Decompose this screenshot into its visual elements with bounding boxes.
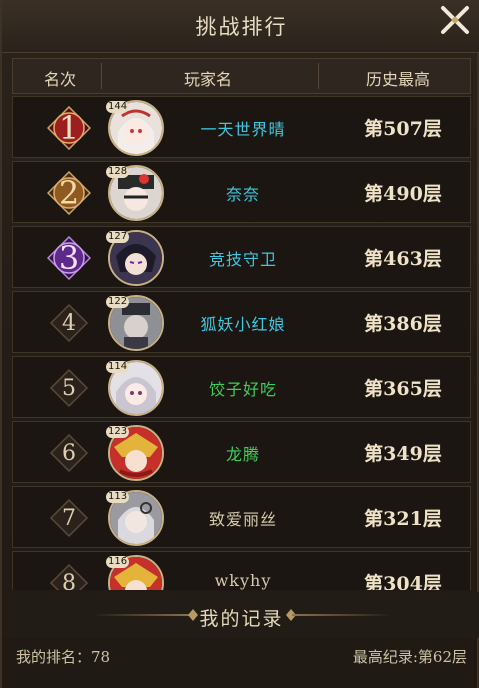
rank-badge: 5	[47, 366, 91, 410]
header-best: 历史最高	[365, 70, 430, 89]
best-floor: 第386层	[364, 313, 442, 335]
rank-number: 2	[58, 174, 80, 212]
rank-number: 6	[62, 440, 76, 466]
player-name: 致爱丽丝	[208, 510, 277, 529]
page-title: 挑战排行	[195, 15, 288, 39]
rank-number: 3	[58, 239, 80, 277]
header-rank: 名次	[43, 70, 76, 89]
table-header: 名次 玩家名 历史最高	[12, 58, 471, 94]
rank-badge-gold: 1	[47, 106, 91, 150]
player-name: 狐妖小红娘	[200, 315, 286, 334]
best-floor: 第349层	[364, 443, 442, 465]
best-floor: 第304层	[364, 573, 442, 590]
rank-number: 4	[62, 310, 76, 336]
table-row[interactable]: 5 114 饺子好吃 第365层	[12, 356, 471, 418]
player-name: 饺子好吃	[208, 380, 277, 399]
header-divider	[101, 63, 102, 89]
best-floor: 第463层	[364, 248, 442, 270]
avatar[interactable]: 123	[106, 425, 164, 481]
close-button[interactable]	[433, 0, 477, 40]
rank-badge-purple: 3	[47, 236, 91, 280]
ranking-panel: 挑战排行 名次 玩家名 历史最高 1 144 一天世界晴 第507层 2 128…	[0, 0, 479, 688]
title-bar: 挑战排行	[2, 0, 479, 53]
rank-number: 1	[58, 109, 80, 147]
rank-badge: 8	[47, 561, 91, 590]
rank-number: 5	[62, 375, 76, 401]
player-level: 114	[106, 361, 130, 373]
ranking-list[interactable]: 1 144 一天世界晴 第507层 2 128 奈奈 第490层 3 127 竞…	[12, 96, 471, 590]
close-icon	[441, 6, 469, 34]
my-record-section: 我的记录	[2, 592, 479, 638]
table-row[interactable]: 6 123 龙腾 第349层	[12, 421, 471, 483]
header-divider	[318, 63, 319, 89]
my-record-title: 我的记录	[199, 608, 284, 630]
player-level: 144	[106, 101, 130, 113]
my-rank-text: 我的排名：78	[16, 648, 111, 666]
rank-badge: 7	[47, 496, 91, 540]
player-name: 竞技守卫	[208, 250, 277, 269]
rank-badge: 6	[47, 431, 91, 475]
player-level: 123	[106, 426, 130, 438]
best-floor: 第490层	[364, 183, 442, 205]
avatar[interactable]: 127	[106, 230, 164, 286]
avatar[interactable]: 116	[106, 555, 164, 590]
best-record-text: 最高纪录:第62层	[352, 648, 467, 666]
player-name: 一天世界晴	[200, 120, 286, 139]
rank-number: 7	[62, 505, 76, 531]
rank-badge-bronze: 2	[47, 171, 91, 215]
table-row[interactable]: 7 113 致爱丽丝 第321层	[12, 486, 471, 548]
player-level: 116	[106, 556, 130, 568]
table-row[interactable]: 1 144 一天世界晴 第507层	[12, 96, 471, 158]
player-name: wkyhy	[214, 571, 272, 590]
table-row[interactable]: 8 116 wkyhy 第304层	[12, 551, 471, 590]
player-name: 奈奈	[225, 185, 260, 204]
header-player: 玩家名	[183, 70, 232, 89]
avatar[interactable]: 114	[106, 360, 164, 416]
player-level: 122	[106, 296, 130, 308]
decor-line-right	[292, 614, 392, 616]
avatar[interactable]: 122	[106, 295, 164, 351]
footer: 我的排名：78 最高纪录:第62层	[2, 642, 479, 688]
player-level: 127	[106, 231, 130, 243]
player-level: 128	[106, 166, 130, 178]
rank-badge: 4	[47, 301, 91, 345]
avatar[interactable]: 128	[106, 165, 164, 221]
best-floor: 第507层	[364, 118, 442, 140]
avatar[interactable]: 144	[106, 100, 164, 156]
table-row[interactable]: 4 122 狐妖小红娘 第386层	[12, 291, 471, 353]
best-floor: 第321层	[364, 508, 442, 530]
best-floor: 第365层	[364, 378, 442, 400]
player-level: 113	[106, 491, 130, 503]
rank-number: 8	[62, 570, 76, 591]
table-row[interactable]: 3 127 竞技守卫 第463层	[12, 226, 471, 288]
player-name: 龙腾	[225, 445, 260, 464]
table-row[interactable]: 2 128 奈奈 第490层	[12, 161, 471, 223]
avatar[interactable]: 113	[106, 490, 164, 546]
